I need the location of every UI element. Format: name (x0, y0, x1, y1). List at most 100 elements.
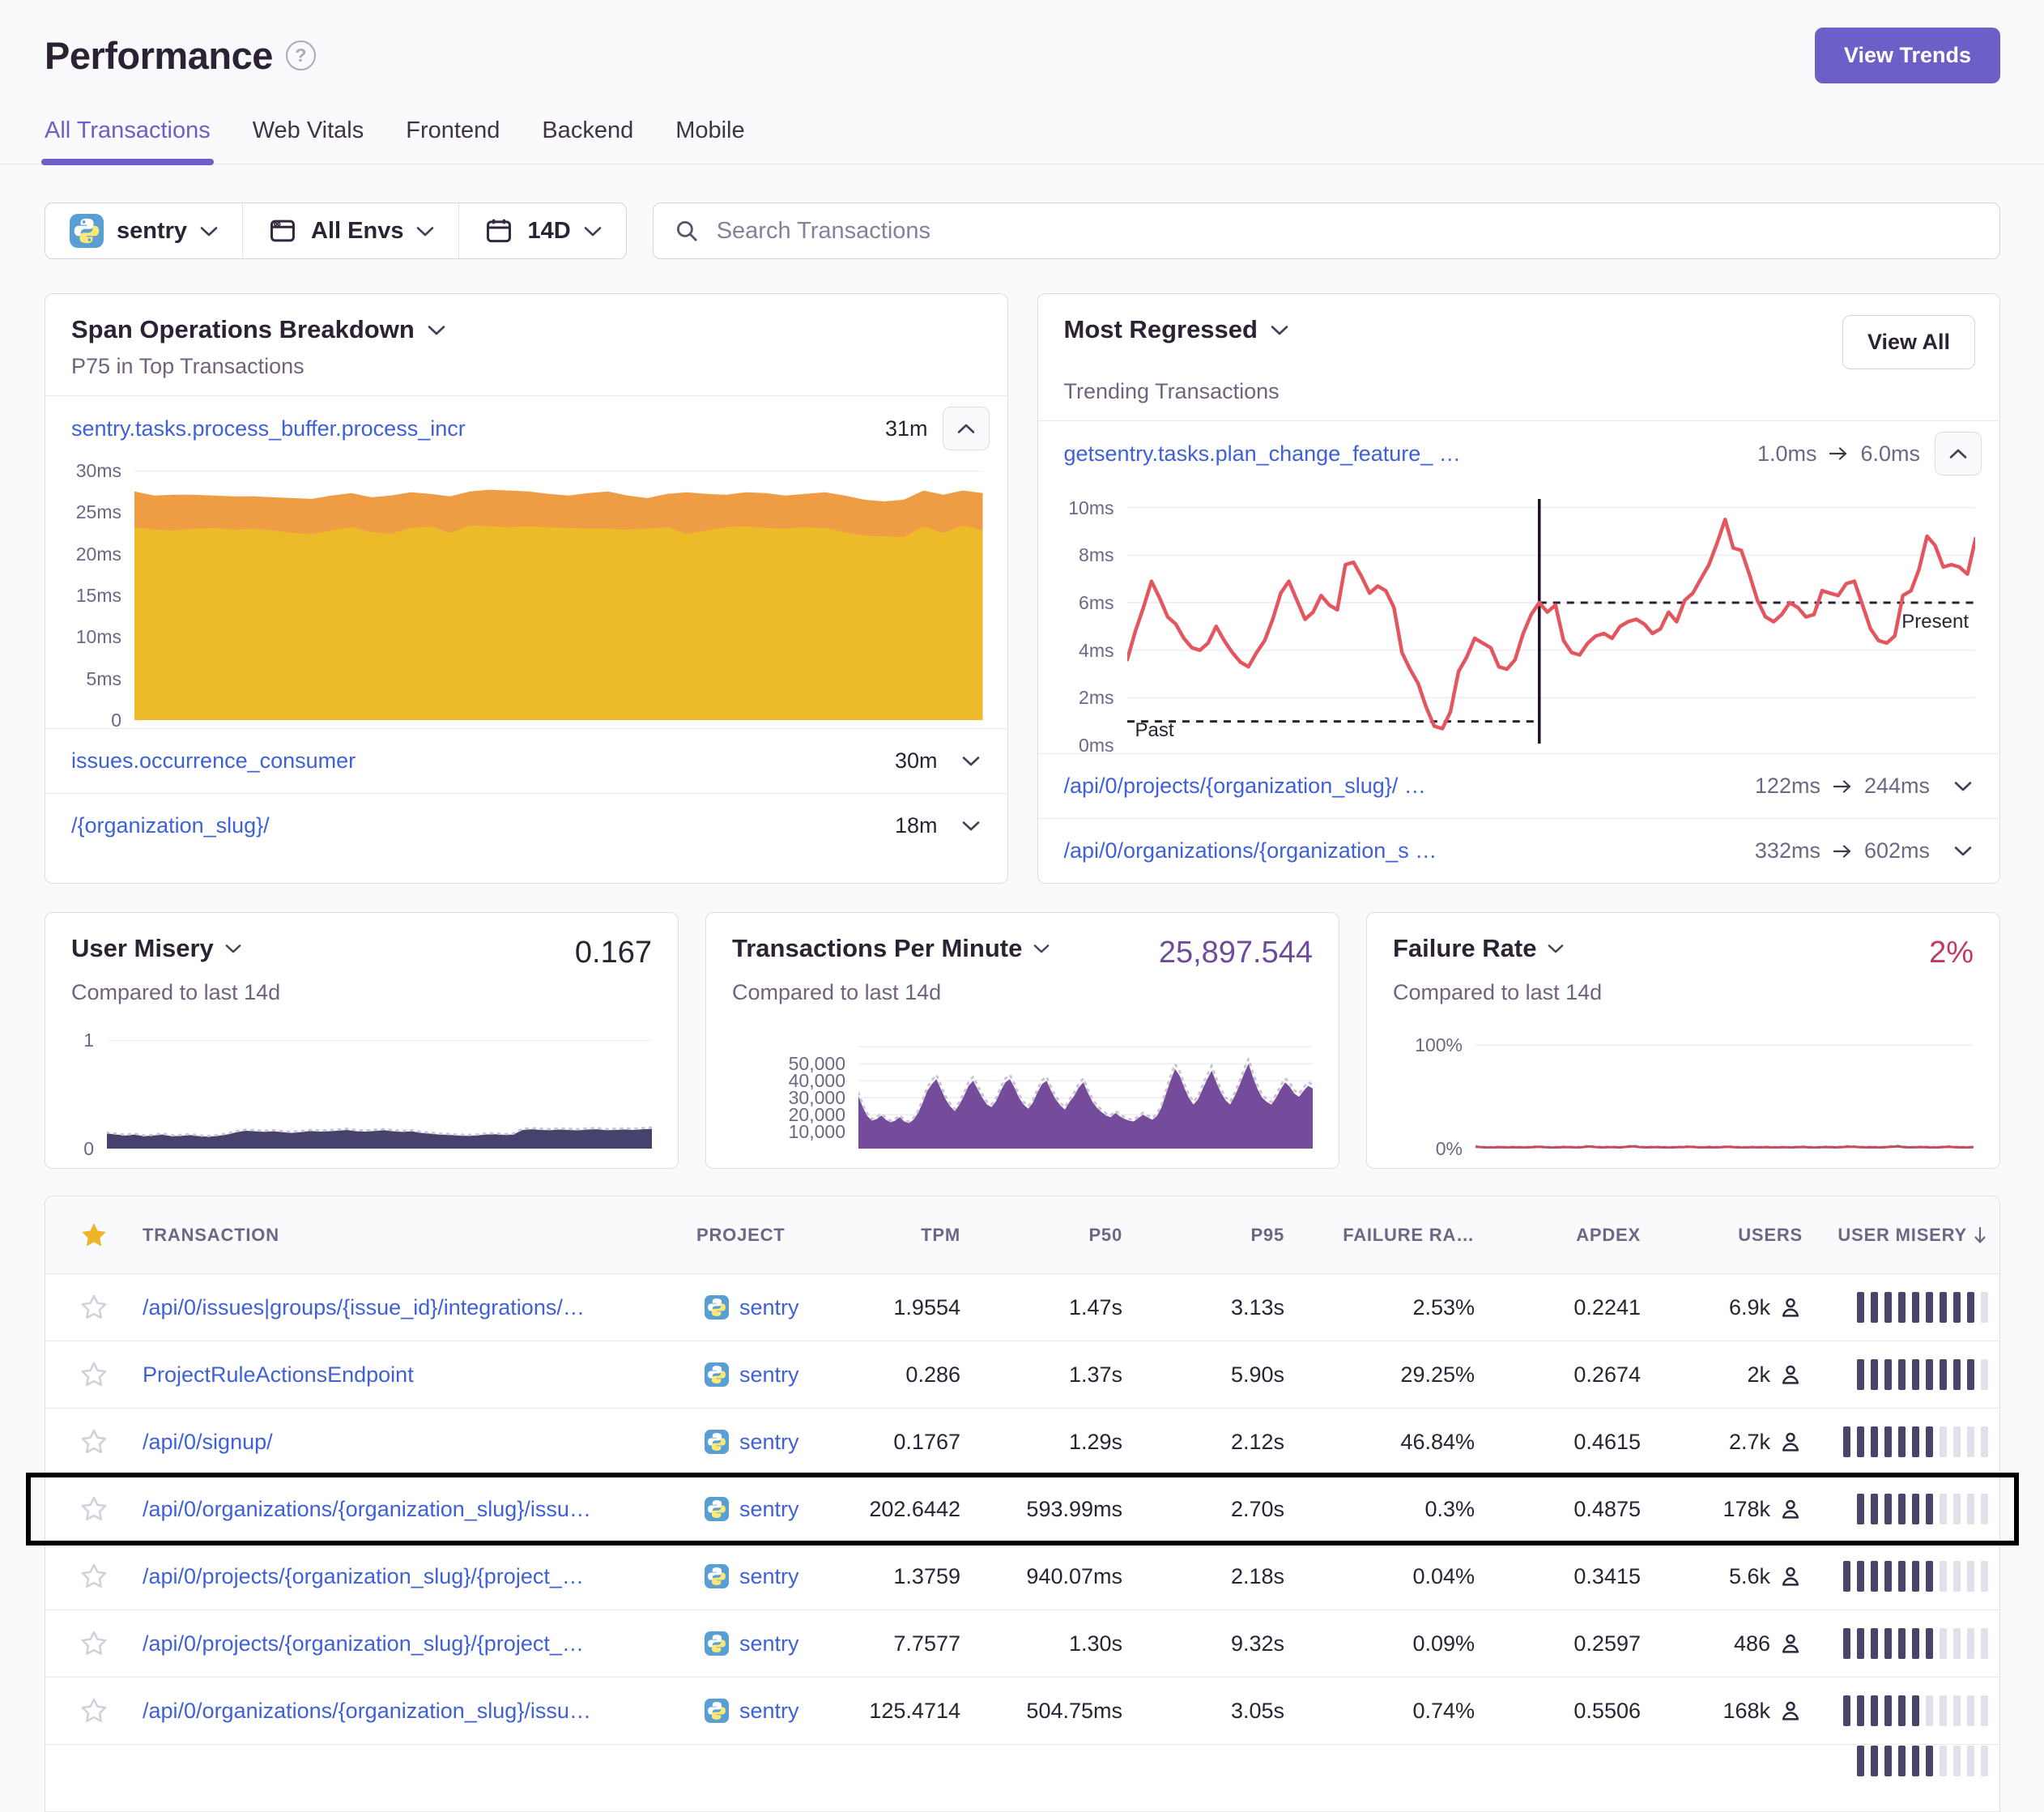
sort-descending-icon[interactable] (1972, 1226, 1988, 1245)
project-filter[interactable]: sentry (45, 203, 242, 258)
star-icon[interactable] (79, 1360, 109, 1389)
failure-rate-card-title[interactable]: Failure Rate (1393, 934, 1564, 963)
misery-bars (1843, 1695, 1988, 1726)
most-regressed-title[interactable]: Most Regressed (1064, 315, 1288, 344)
y-tick-label: 2ms (1079, 685, 1114, 710)
table-row[interactable]: /api/0/signup/ sentry 0.1767 1.29s 2.12s… (45, 1409, 1999, 1476)
transaction-link[interactable]: /api/0/projects/{organization_slug}/{pro… (143, 1564, 661, 1589)
view-trends-button[interactable]: View Trends (1815, 28, 2000, 83)
table-row[interactable] (45, 1745, 1999, 1812)
project-link[interactable]: sentry (739, 1430, 799, 1455)
star-icon[interactable] (79, 1494, 109, 1524)
user-misery-cell (1835, 1426, 1999, 1457)
y-axis-labels: 10 (70, 1040, 107, 1149)
transaction-cell: /api/0/organizations/{organization_slug}… (143, 1699, 661, 1724)
misery-bar-empty (1981, 1292, 1988, 1323)
column-header-label: USER MISERY (1837, 1225, 1967, 1246)
failure-rate-cell: 2.53% (1309, 1295, 1499, 1320)
transaction-link[interactable]: /api/0/issues|groups/{issue_id}/integrat… (143, 1295, 661, 1320)
table-row[interactable]: ProjectRuleActionsEndpoint sentry 0.286 … (45, 1341, 1999, 1409)
column-header-users[interactable]: USERS (1665, 1225, 1835, 1246)
users-count: 168k (1722, 1699, 1770, 1724)
table-row[interactable]: /api/0/organizations/{organization_slug}… (45, 1678, 1999, 1745)
user-misery-card-title[interactable]: User Misery (71, 934, 241, 963)
table-row[interactable]: /api/0/issues|groups/{issue_id}/integrat… (45, 1274, 1999, 1341)
table-row[interactable]: /api/0/organizations/{organization_slug}… (45, 1476, 1999, 1543)
transaction-link[interactable]: /api/0/organizations/{organization_slug}… (143, 1699, 661, 1724)
star-icon[interactable] (79, 1293, 109, 1322)
misery-bar-filled (1953, 1359, 1961, 1390)
expand-row-button[interactable] (952, 821, 990, 831)
star-icon[interactable] (79, 1629, 109, 1658)
span-operations-title[interactable]: Span Operations Breakdown (71, 315, 445, 344)
search-icon (673, 217, 700, 245)
tab-web-vitals[interactable]: Web Vitals (253, 117, 364, 164)
environment-filter[interactable]: All Envs (242, 203, 458, 258)
date-range-filter[interactable]: 14D (458, 203, 625, 258)
search-input[interactable] (715, 217, 1980, 245)
transaction-link[interactable]: /api/0/projects/{organization_slug}/{pro… (143, 1631, 661, 1656)
favorites-star-icon[interactable] (79, 1220, 109, 1251)
tab-all-transactions[interactable]: All Transactions (45, 117, 211, 164)
transaction-link[interactable]: /api/0/organizations/{organization_slug}… (143, 1497, 661, 1522)
users-cell: 2.7k (1665, 1430, 1835, 1455)
project-link[interactable]: sentry (739, 1564, 799, 1589)
transaction-link[interactable]: ProjectRuleActionsEndpoint (143, 1362, 661, 1388)
expand-row-button[interactable] (1944, 846, 1982, 856)
table-row[interactable]: /api/0/projects/{organization_slug}/{pro… (45, 1543, 1999, 1610)
span-operation-link[interactable]: /{organization_slug}/ (71, 813, 895, 838)
span-operation-duration: 18m (895, 813, 938, 838)
project-link[interactable]: sentry (739, 1295, 799, 1320)
misery-bar-filled (1871, 1746, 1878, 1776)
help-icon[interactable]: ? (286, 41, 316, 70)
misery-bar-filled (1898, 1359, 1906, 1390)
tpm-card-title[interactable]: Transactions Per Minute (732, 934, 1050, 963)
view-all-button[interactable]: View All (1842, 315, 1975, 369)
failure-rate-trend-plot (1476, 1040, 1974, 1149)
expand-row-button[interactable] (1944, 781, 1982, 791)
tab-mobile[interactable]: Mobile (675, 117, 744, 164)
y-tick-label: 25ms (76, 500, 121, 524)
users-icon (1778, 1497, 1803, 1521)
span-operation-link[interactable]: sentry.tasks.process_buffer.process_incr (71, 416, 885, 441)
column-header-apdex[interactable]: APDEX (1499, 1225, 1665, 1246)
column-header-p50[interactable]: P50 (985, 1225, 1147, 1246)
expand-row-button[interactable] (952, 756, 990, 766)
transaction-cell: ProjectRuleActionsEndpoint (143, 1362, 661, 1388)
column-header-p95[interactable]: P95 (1147, 1225, 1309, 1246)
chevron-down-icon (1548, 944, 1564, 953)
project-cell: sentry (661, 1564, 843, 1589)
project-cell: sentry (661, 1631, 843, 1656)
project-link[interactable]: sentry (739, 1631, 799, 1656)
tab-backend[interactable]: Backend (542, 117, 633, 164)
span-ops-breakdown-plot (134, 471, 983, 720)
project-link[interactable]: sentry (739, 1362, 799, 1388)
regressed-transaction-link[interactable]: getsentry.tasks.plan_change_feature_ … (1064, 441, 1757, 467)
misery-bar-empty (1967, 1426, 1974, 1457)
collapse-row-button[interactable] (1935, 432, 1982, 475)
regressed-transaction-link[interactable]: /api/0/projects/{organization_slug}/ … (1064, 774, 1755, 799)
column-header-tpm[interactable]: TPM (843, 1225, 985, 1246)
tab-frontend[interactable]: Frontend (406, 117, 500, 164)
column-header-transaction[interactable]: TRANSACTION (143, 1225, 661, 1246)
apdex-cell: 0.4615 (1499, 1430, 1665, 1455)
present-label: Present (1901, 611, 1969, 633)
column-header-project[interactable]: PROJECT (661, 1225, 843, 1246)
user-misery-cell (1835, 1494, 1999, 1524)
star-icon[interactable] (79, 1562, 109, 1591)
transaction-link[interactable]: /api/0/signup/ (143, 1430, 661, 1455)
star-icon[interactable] (79, 1696, 109, 1725)
collapse-row-button[interactable] (943, 407, 990, 450)
project-link[interactable]: sentry (739, 1699, 799, 1724)
misery-bar-filled (1926, 1494, 1933, 1524)
column-header-user_misery[interactable]: USER MISERY (1835, 1225, 1999, 1246)
column-header-failure_rate[interactable]: FAILURE RA… (1309, 1225, 1499, 1246)
regressed-transaction-link[interactable]: /api/0/organizations/{organization_s … (1064, 838, 1755, 863)
span-operation-link[interactable]: issues.occurrence_consumer (71, 748, 895, 774)
calendar-icon (483, 215, 514, 246)
table-row[interactable]: /api/0/projects/{organization_slug}/{pro… (45, 1610, 1999, 1678)
star-icon[interactable] (79, 1427, 109, 1456)
p50-cell: 1.47s (985, 1295, 1147, 1320)
project-link[interactable]: sentry (739, 1497, 799, 1522)
user-misery-cell (1835, 1561, 1999, 1592)
